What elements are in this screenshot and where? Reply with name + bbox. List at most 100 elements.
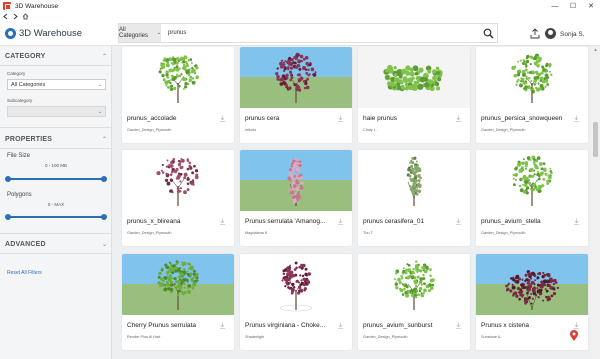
model-author[interactable]: Garden_Design_Plymouth: [481, 231, 526, 235]
slider-fill: [8, 216, 104, 218]
model-thumbnail[interactable]: [358, 254, 470, 315]
model-author[interactable]: Magdalena K.: [245, 231, 268, 235]
slider-fill: [8, 178, 104, 180]
model-author[interactable]: Render Plus Al Hart: [127, 335, 160, 339]
search-input[interactable]: [161, 24, 479, 42]
model-author[interactable]: Thu T.: [363, 231, 373, 235]
maximize-button[interactable]: ☐: [564, 0, 582, 12]
download-icon[interactable]: [455, 322, 462, 329]
category-section-title[interactable]: CATEGORY: [5, 53, 46, 60]
category-select[interactable]: All Categories ⌄: [7, 79, 106, 90]
result-card[interactable]: prunus cerasifera_01 Thu T.: [358, 150, 470, 246]
model-author[interactable]: Garden_Design_Plymouth: [127, 231, 172, 235]
model-title[interactable]: prunus_accolade: [127, 115, 227, 122]
chevron-up-icon[interactable]: ⌃: [102, 53, 107, 60]
chevron-down-icon[interactable]: ⌄: [102, 241, 107, 248]
model-author[interactable]: mikoto: [245, 128, 256, 132]
upload-icon[interactable]: [530, 28, 540, 39]
download-icon[interactable]: [337, 115, 344, 122]
model-title[interactable]: Prunus virginiana - Choke...: [245, 322, 345, 329]
slider-max-handle[interactable]: [101, 176, 107, 182]
model-author[interactable]: Sunstone A.: [481, 335, 501, 339]
model-thumbnail[interactable]: [122, 150, 234, 211]
divider: [0, 253, 112, 254]
brand-logo[interactable]: 3D Warehouse: [5, 27, 115, 39]
model-thumbnail[interactable]: [122, 47, 234, 108]
model-thumbnail[interactable]: [476, 47, 588, 108]
category-dropdown[interactable]: All Categories ⌄: [119, 24, 161, 42]
result-card[interactable]: haie prunus Cindy L.: [358, 47, 470, 143]
model-thumbnail[interactable]: [476, 150, 588, 211]
location-pin-icon[interactable]: [569, 330, 579, 342]
scroll-up-icon[interactable]: ▴: [592, 47, 599, 54]
model-author[interactable]: Cindy L.: [363, 128, 377, 132]
model-thumbnail[interactable]: [358, 150, 470, 211]
result-card[interactable]: prunus_accolade Garden_Design_Plymouth: [122, 47, 234, 143]
download-icon[interactable]: [455, 218, 462, 225]
chevron-up-icon[interactable]: ⌃: [102, 136, 107, 143]
download-icon[interactable]: [573, 115, 580, 122]
slider-max-handle[interactable]: [101, 214, 107, 220]
user-name[interactable]: Sonja S.: [560, 31, 585, 38]
download-icon[interactable]: [219, 218, 226, 225]
slider-min-handle[interactable]: [5, 214, 11, 220]
download-icon[interactable]: [573, 322, 580, 329]
model-title[interactable]: prunus_x_blireana: [127, 218, 227, 225]
scrollbar-thumb[interactable]: [593, 122, 598, 157]
model-author[interactable]: Garden_Design_Plymouth: [363, 335, 408, 339]
model-author[interactable]: Garden_Design_Plymouth: [481, 128, 526, 132]
app-logo-icon: [3, 2, 11, 10]
reset-filters-link[interactable]: Reset All Filters: [7, 270, 42, 276]
minimize-button[interactable]: —: [546, 0, 564, 12]
result-card[interactable]: prunus_avium_stella Garden_Design_Plymout…: [476, 150, 588, 246]
polygons-slider[interactable]: [5, 214, 107, 220]
avatar[interactable]: [545, 28, 556, 39]
chevron-down-icon: ⌄: [97, 81, 102, 88]
model-thumbnail[interactable]: [240, 254, 352, 315]
back-icon[interactable]: [1, 12, 10, 21]
window-titlebar: 3D Warehouse — ☐ ✕: [0, 0, 600, 12]
forward-icon[interactable]: [11, 12, 20, 21]
model-thumbnail[interactable]: [240, 47, 352, 108]
result-card[interactable]: Cherry Prunus serrulata Render Plus Al Ha…: [122, 254, 234, 350]
polygons-range: 0 - MAX: [47, 202, 65, 207]
download-icon[interactable]: [573, 218, 580, 225]
close-button[interactable]: ✕: [582, 0, 600, 12]
download-icon[interactable]: [455, 115, 462, 122]
result-card[interactable]: Prunus virginiana - Choke... Shaderlight: [240, 254, 352, 350]
download-icon[interactable]: [337, 218, 344, 225]
model-title[interactable]: Prunus x cistena: [481, 322, 581, 329]
scrollbar[interactable]: ▴: [591, 47, 600, 359]
result-card[interactable]: Prunus serrulata 'Amanog... Magdalena K.: [240, 150, 352, 246]
model-thumbnail[interactable]: [240, 150, 352, 211]
slider-min-handle[interactable]: [5, 176, 11, 182]
model-title[interactable]: Prunus serrulata 'Amanog...: [245, 218, 345, 225]
subcategory-select[interactable]: ⌄: [7, 106, 106, 117]
model-title[interactable]: prunus cera: [245, 115, 345, 122]
file-size-slider[interactable]: [5, 176, 107, 182]
model-thumbnail[interactable]: [476, 254, 588, 315]
search-button[interactable]: [479, 24, 497, 42]
divider: [0, 127, 112, 128]
result-card[interactable]: prunus_avium_sunburst Garden_Design_Plymo…: [358, 254, 470, 350]
advanced-section-title[interactable]: ADVANCED: [5, 241, 46, 248]
model-title[interactable]: Cherry Prunus serrulata: [127, 322, 227, 329]
download-icon[interactable]: [219, 115, 226, 122]
result-card[interactable]: prunus_x_blireana Garden_Design_Plymouth: [122, 150, 234, 246]
model-title[interactable]: prunus cerasifera_01: [363, 218, 463, 225]
download-icon[interactable]: [337, 322, 344, 329]
model-author[interactable]: Garden_Design_Plymouth: [127, 128, 172, 132]
properties-section-title[interactable]: PROPERTIES: [5, 136, 52, 143]
model-thumbnail[interactable]: [358, 47, 470, 108]
model-title[interactable]: prunus_persica_snowqueen: [481, 115, 581, 122]
result-card[interactable]: prunus_persica_snowqueen Garden_Design_Pl…: [476, 47, 588, 143]
results-grid: prunus_accolade Garden_Design_Plymouth pru…: [113, 47, 591, 359]
model-title[interactable]: prunus_avium_sunburst: [363, 322, 463, 329]
model-title[interactable]: haie prunus: [363, 115, 463, 122]
model-author[interactable]: Shaderlight: [245, 335, 264, 339]
model-thumbnail[interactable]: [122, 254, 234, 315]
model-title[interactable]: prunus_avium_stella: [481, 218, 581, 225]
result-card[interactable]: prunus cera mikoto: [240, 47, 352, 143]
home-icon[interactable]: [21, 12, 30, 21]
download-icon[interactable]: [219, 322, 226, 329]
